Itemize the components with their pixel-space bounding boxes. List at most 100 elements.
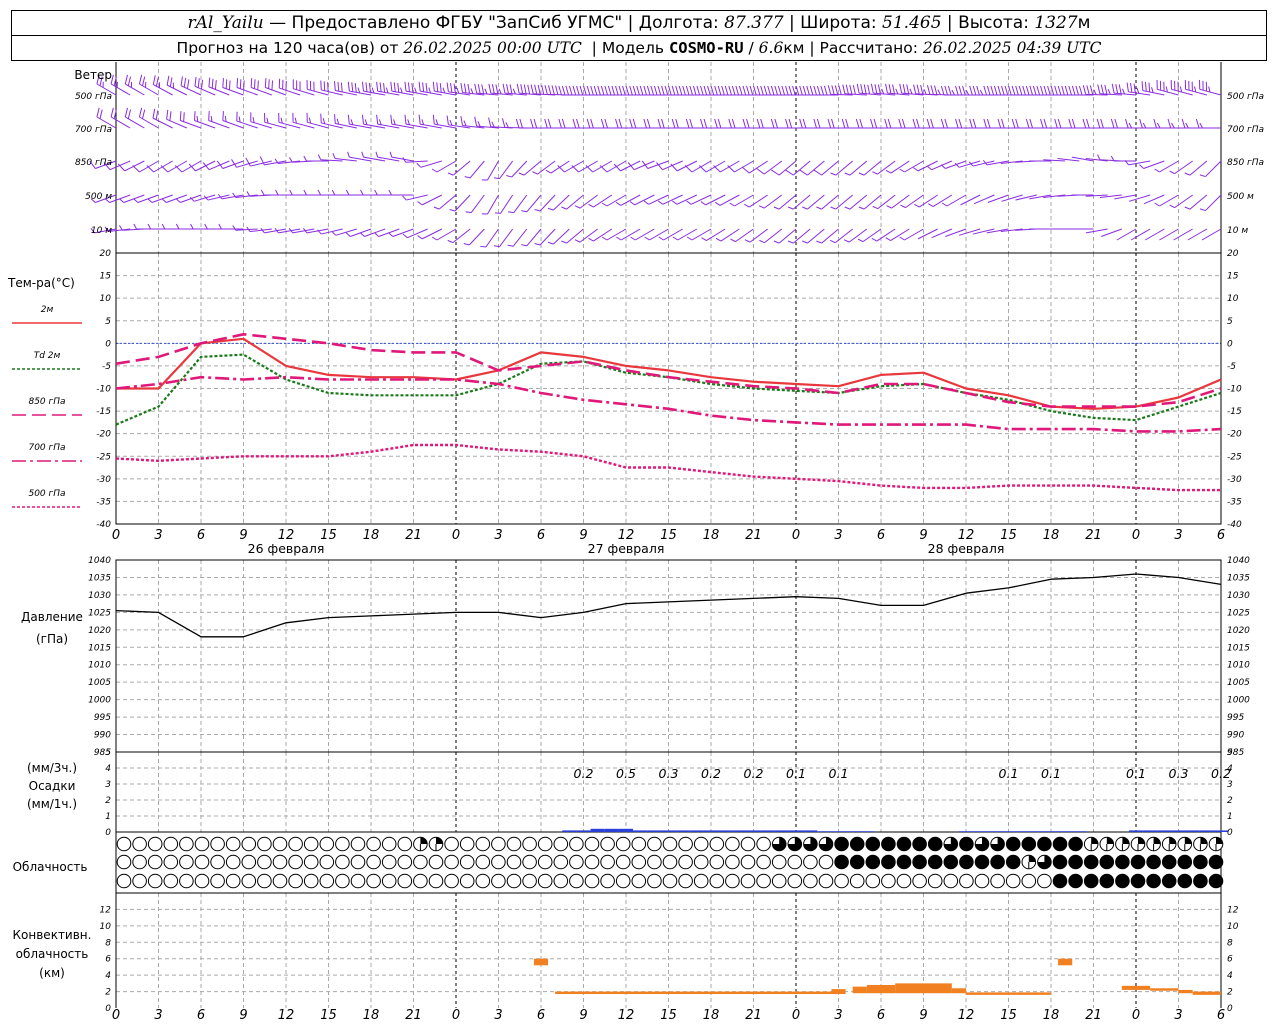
wind-barb xyxy=(390,114,414,129)
wind-barb xyxy=(601,228,627,241)
cloud-circle xyxy=(990,873,1005,889)
wind-barb-flag xyxy=(400,87,403,94)
wind-barb-flag xyxy=(361,114,364,125)
wind-barb-shaft xyxy=(539,228,556,246)
wind-barb-flag xyxy=(629,118,633,129)
cloud-symbol xyxy=(803,854,818,870)
temp-xtick: 3 xyxy=(1174,528,1182,543)
wind-barb-flag xyxy=(600,85,605,96)
precip-bar xyxy=(1143,830,1158,832)
wind-barb-flag xyxy=(357,87,361,94)
wind-barb-flag xyxy=(615,201,622,206)
press-ytick-right: 990 xyxy=(1227,731,1244,741)
cloud-circle xyxy=(366,873,381,889)
temp-xtick: 0 xyxy=(1132,528,1140,543)
meteogram-chart: Ветер500 гПа 500 гПа700 гПа 700 гПа850 гПа… xyxy=(7,62,1264,1023)
wind-barb-shaft xyxy=(749,160,768,174)
wind-barb-flag xyxy=(253,79,256,89)
cloud-symbol xyxy=(350,854,366,870)
wind-barb-flag xyxy=(447,172,454,176)
wind-barb xyxy=(317,154,343,162)
cloud-symbol xyxy=(1208,836,1224,852)
wind-barb-flag xyxy=(856,83,860,94)
wind-barb-flag xyxy=(388,189,392,196)
wind-barb xyxy=(926,160,953,171)
precip-bar xyxy=(1072,831,1087,832)
wind-barb-flag xyxy=(477,120,481,127)
cloud-symbol xyxy=(600,836,615,852)
cloud-symbol xyxy=(678,873,693,889)
press-ytick-left: 1025 xyxy=(88,608,111,618)
cloud-circle xyxy=(381,854,397,870)
cloud-symbol xyxy=(428,836,444,852)
wind-barb-flag xyxy=(672,200,678,205)
wind-barb-flag xyxy=(331,189,336,196)
wind-barb-flag xyxy=(142,76,146,86)
press-ytick-right: 1030 xyxy=(1227,591,1250,601)
cloud-symbol xyxy=(615,854,631,870)
cloud-symbol xyxy=(756,854,771,870)
conv-xtick: 3 xyxy=(834,1008,842,1023)
wind-barb-shaft xyxy=(849,194,868,210)
wind-barb xyxy=(388,189,414,196)
wind-barb-flag xyxy=(1001,85,1005,96)
wind-level-left: 850 гПа xyxy=(75,158,112,168)
wind-barb xyxy=(843,228,868,243)
cloud-circle xyxy=(740,873,756,889)
cloud-circle xyxy=(1005,873,1021,889)
wind-barb xyxy=(1199,194,1222,212)
wind-barb-flag xyxy=(682,85,686,96)
wind-barb-flag xyxy=(1029,118,1033,129)
wind-barb-shaft xyxy=(835,228,853,244)
cloud-circle xyxy=(756,854,771,870)
wind-barb-flag xyxy=(787,206,794,210)
wind-barb-flag xyxy=(1171,122,1175,129)
cloud-circle xyxy=(1068,854,1083,870)
wind-barb-flag xyxy=(385,87,389,94)
wind-barb-flag xyxy=(1001,118,1005,129)
wind-barb-flag xyxy=(678,85,683,96)
cloud-symbol xyxy=(413,836,428,852)
wind-barb-flag xyxy=(601,202,608,207)
wind-barb-flag xyxy=(317,189,322,196)
cloud-circle xyxy=(647,854,662,870)
wind-barb-shaft xyxy=(763,194,783,209)
wind-barb-flag xyxy=(920,84,924,95)
wind-barb-flag xyxy=(175,223,180,230)
cloud-symbol xyxy=(381,854,397,870)
wind-barb-flag xyxy=(701,237,707,241)
wind-barb xyxy=(147,223,173,230)
wind-barb xyxy=(657,85,683,96)
wind-barb xyxy=(643,118,669,129)
wind-barb xyxy=(744,228,768,243)
wind-barb-flag xyxy=(604,85,608,96)
cloud-circle xyxy=(381,836,397,852)
cloud-circle xyxy=(475,836,491,852)
wind-barb-flag xyxy=(257,80,259,90)
wind-barb-shaft xyxy=(749,228,768,243)
wind-barb-shaft xyxy=(821,194,839,210)
wind-barb xyxy=(729,194,754,207)
wind-barb-shaft xyxy=(405,160,428,163)
cloud-symbol xyxy=(818,854,834,870)
temp-xtick: 21 xyxy=(1085,528,1102,543)
wind-barb-flag xyxy=(1018,85,1023,96)
wind-barb xyxy=(274,158,301,165)
cloud-symbol xyxy=(288,873,303,889)
cloud-quarter xyxy=(1028,855,1036,862)
temp-xtick: 3 xyxy=(834,528,842,543)
wind-barb-flag xyxy=(618,118,623,129)
cloud-symbol xyxy=(366,854,381,870)
wind-barb-flag xyxy=(422,82,425,92)
wind-barb-flag xyxy=(831,118,835,129)
wind-barb-flag xyxy=(1169,204,1175,209)
wind-barb-shaft xyxy=(1128,160,1151,166)
wind-barb-flag xyxy=(222,78,224,88)
wind-barb-flag xyxy=(944,118,948,129)
press-ytick-right: 1025 xyxy=(1227,608,1250,618)
cloud-circle xyxy=(818,873,834,889)
wind-barb-flag xyxy=(586,85,591,96)
cloud-circle xyxy=(584,854,600,870)
wind-barb-flag xyxy=(914,203,920,208)
wind-barb-flag xyxy=(714,118,718,129)
